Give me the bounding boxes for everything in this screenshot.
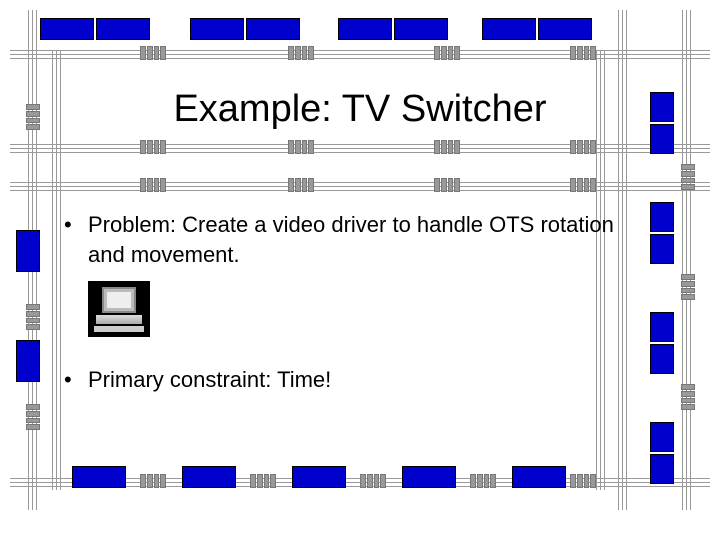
decoration-tabs xyxy=(288,178,314,192)
computer-icon xyxy=(88,281,150,337)
decoration-tabs xyxy=(570,474,596,488)
decoration-tabs xyxy=(570,178,596,192)
decoration-block xyxy=(394,18,448,40)
decoration-tabs xyxy=(570,46,596,60)
decoration-tabs xyxy=(434,140,460,154)
decoration-block xyxy=(650,344,674,374)
decoration-block xyxy=(338,18,392,40)
decoration-block xyxy=(182,466,236,488)
decoration-tabs xyxy=(26,304,40,330)
decoration-tabs xyxy=(470,474,496,488)
decoration-block xyxy=(16,340,40,382)
decoration-tabs xyxy=(140,178,166,192)
decoration-tabs xyxy=(681,274,695,300)
decoration-block xyxy=(292,466,346,488)
decoration-block xyxy=(650,454,674,484)
decoration-tabs xyxy=(288,140,314,154)
decoration-tabs xyxy=(250,474,276,488)
decoration-tabs xyxy=(570,140,596,154)
decoration-block xyxy=(190,18,244,40)
decoration-tabs xyxy=(360,474,386,488)
bullet-constraint: Primary constraint: Time! xyxy=(60,365,620,395)
decoration-tabs xyxy=(26,404,40,430)
decoration-tabs xyxy=(140,46,166,60)
slide-title: Example: TV Switcher xyxy=(0,88,720,131)
decoration-tabs xyxy=(288,46,314,60)
decoration-block xyxy=(650,422,674,452)
decoration-block xyxy=(650,234,674,264)
decoration-block xyxy=(96,18,150,40)
decoration-block xyxy=(650,312,674,342)
decoration-tabs xyxy=(140,474,166,488)
decoration-block xyxy=(538,18,592,40)
frame-line xyxy=(682,10,692,510)
decoration-tabs xyxy=(681,164,695,190)
bullet-problem: Problem: Create a video driver to handle… xyxy=(60,210,620,269)
decoration-tabs xyxy=(140,140,166,154)
slide-body: Problem: Create a video driver to handle… xyxy=(60,210,620,407)
decoration-block xyxy=(246,18,300,40)
decoration-block xyxy=(40,18,94,40)
decoration-tabs xyxy=(434,178,460,192)
decoration-block xyxy=(482,18,536,40)
decoration-tabs xyxy=(681,384,695,410)
decoration-block xyxy=(402,466,456,488)
decoration-tabs xyxy=(434,46,460,60)
decoration-block xyxy=(16,230,40,272)
decoration-block xyxy=(512,466,566,488)
decoration-block xyxy=(650,202,674,232)
decoration-block xyxy=(72,466,126,488)
